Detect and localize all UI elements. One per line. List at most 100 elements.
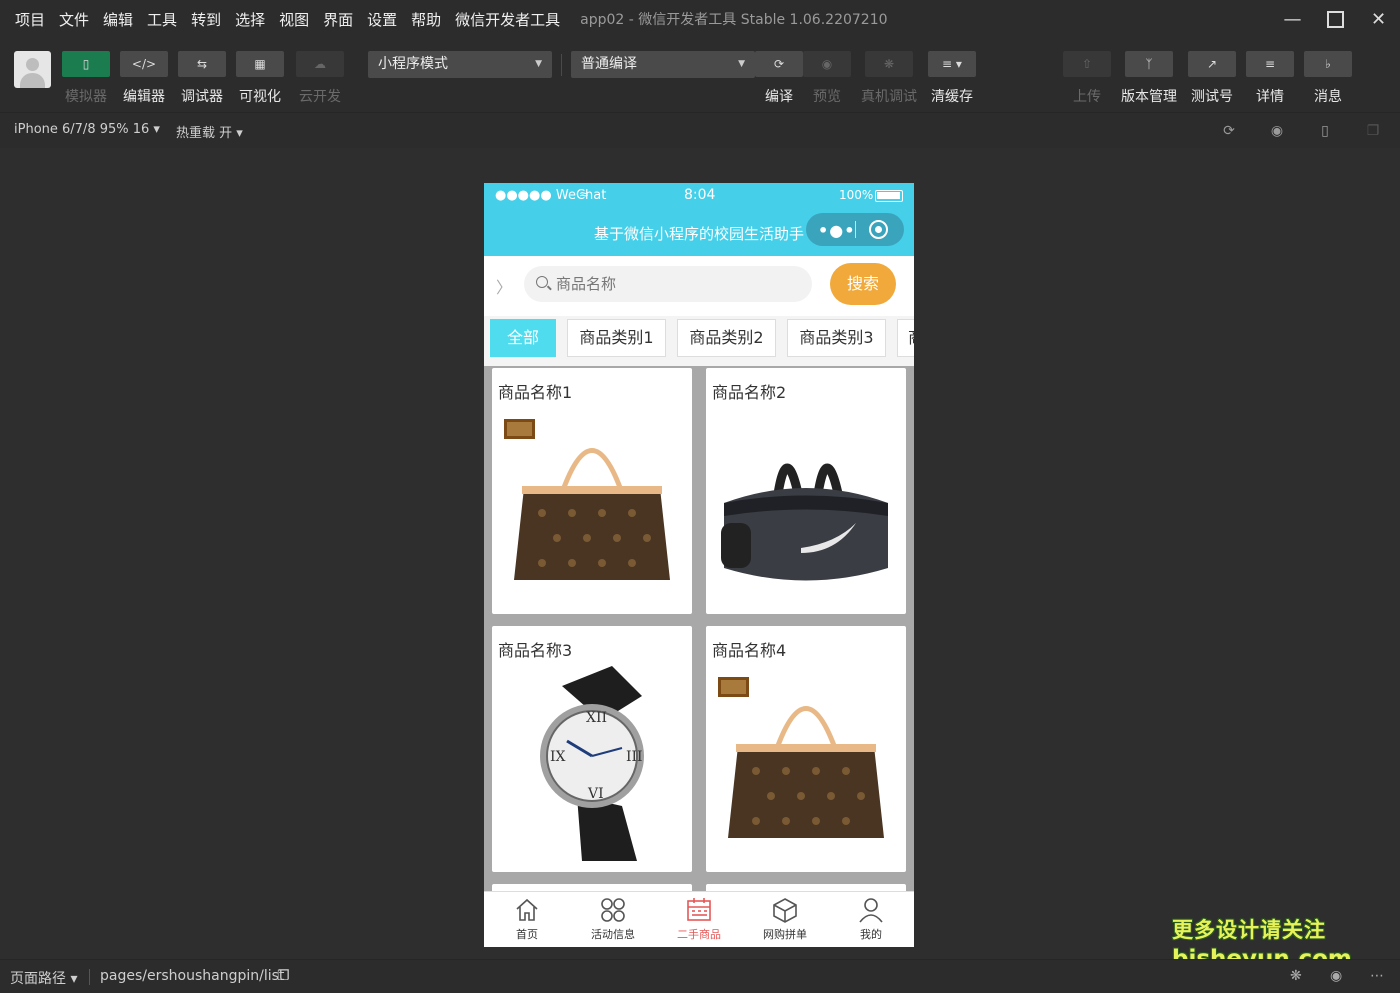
code-icon: </>: [120, 51, 168, 77]
search-input[interactable]: [556, 266, 796, 302]
tote-bag-image: [504, 419, 670, 580]
caret-down-icon: ▼: [535, 59, 542, 69]
upload-label: 上传: [1073, 89, 1101, 105]
mode-select-value: 小程序模式: [378, 56, 448, 72]
grid-icon: [601, 898, 625, 922]
window-controls: — ✕: [1271, 0, 1400, 38]
layers-icon: ≡ ▾: [928, 51, 976, 77]
cloud-label: 云开发: [299, 89, 341, 105]
tab-all[interactable]: 全部: [490, 319, 556, 357]
tabbar-item-group-buy[interactable]: 网购拼单: [742, 896, 828, 942]
tabbar-item-mine[interactable]: 我的: [828, 896, 914, 942]
phone-outline-icon[interactable]: ▯: [1316, 122, 1334, 140]
product-name: 商品名称3: [498, 641, 573, 660]
popout-icon[interactable]: ❐: [1364, 122, 1382, 140]
clear-cache-button[interactable]: ≡ ▾ 清缓存: [924, 51, 980, 106]
menubar: 项目 文件 编辑 工具 转到 选择 视图 界面 设置 帮助 微信开发者工具 ap…: [0, 0, 1400, 38]
mini-program-capsule: •●•: [806, 213, 904, 246]
preview-label: 预览: [813, 89, 841, 105]
menu-tools[interactable]: 工具: [147, 9, 177, 30]
search-icon: [536, 276, 548, 288]
menu-help[interactable]: 帮助: [411, 9, 441, 30]
remote-debug-button[interactable]: ❋ 真机调试: [861, 51, 917, 106]
bug-icon: ❋: [865, 51, 913, 77]
mode-select[interactable]: 小程序模式 ▼: [368, 51, 552, 78]
chevron-right-icon[interactable]: 〉: [496, 274, 512, 298]
bug-icon[interactable]: ❋: [1290, 968, 1302, 984]
editor-button[interactable]: </> 编辑器: [116, 51, 172, 106]
maximize-icon[interactable]: [1314, 0, 1357, 38]
product-card[interactable]: 商品名称4: [706, 626, 906, 872]
page-path-label: 页面路径: [10, 971, 66, 987]
copy-icon[interactable]: ❐: [277, 968, 290, 984]
product-card[interactable]: [706, 884, 906, 891]
wifi-icon: ≈: [579, 187, 590, 201]
menu-wechat-devtools[interactable]: 微信开发者工具: [455, 9, 560, 30]
tabbar-item-home[interactable]: 首页: [484, 896, 570, 942]
product-card[interactable]: 商品名称2: [706, 368, 906, 614]
simulator-subbar: iPhone 6/7/8 95% 16 ▾ 热重载 开 ▾ ⟳ ◉ ▯ ❐: [0, 112, 1400, 148]
cube-icon: [773, 898, 797, 923]
details-button[interactable]: ≡ 详情: [1242, 51, 1298, 106]
visual-label: 可视化: [239, 89, 281, 105]
battery-text: 100%: [839, 188, 874, 202]
device-select[interactable]: iPhone 6/7/8 95% 16 ▾: [14, 122, 160, 137]
preview-button[interactable]: ◉ 预览: [799, 51, 855, 106]
version-button[interactable]: ᛉ 版本管理: [1118, 51, 1180, 106]
layout-icon: ▦: [236, 51, 284, 77]
debugger-button[interactable]: ⇆ 调试器: [174, 51, 230, 106]
rotate-icon[interactable]: ⟳: [1220, 122, 1238, 140]
sports-duffel-image: [721, 463, 888, 581]
bell-icon: ♭: [1304, 51, 1352, 77]
search-button[interactable]: 搜索: [830, 263, 896, 305]
tab-category-3[interactable]: 商品类别3: [787, 319, 886, 357]
minimize-icon[interactable]: —: [1271, 0, 1314, 38]
test-account-label: 测试号: [1191, 89, 1233, 105]
menu-file[interactable]: 文件: [59, 9, 89, 30]
eye-icon[interactable]: ◉: [1330, 968, 1342, 984]
avatar[interactable]: [14, 51, 51, 88]
menu-goto[interactable]: 转到: [191, 9, 221, 30]
product-card[interactable]: 商品名称3 XII III VI IX: [492, 626, 692, 872]
tabbar-label: 网购拼单: [763, 928, 807, 941]
cloud-button[interactable]: ☁ 云开发: [292, 51, 348, 106]
compile-select[interactable]: 普通编译 ▼: [571, 51, 755, 78]
upload-button[interactable]: ⇧ 上传: [1059, 51, 1115, 106]
menu-select[interactable]: 选择: [235, 9, 265, 30]
menu-view[interactable]: 视图: [279, 9, 309, 30]
more-icon[interactable]: •●•: [818, 221, 855, 240]
product-card[interactable]: 商品名称1: [492, 368, 692, 614]
product-card[interactable]: [492, 884, 692, 891]
search-box: [524, 266, 812, 302]
tab-category-1[interactable]: 商品类别1: [567, 319, 666, 357]
page-path: pages/ershoushangpin/list: [100, 968, 285, 984]
svg-text:III: III: [626, 749, 643, 765]
clear-cache-label: 清缓存: [931, 89, 973, 105]
menu-edit[interactable]: 编辑: [103, 9, 133, 30]
simulator-button[interactable]: ▯ 模拟器: [58, 51, 114, 106]
menu-project[interactable]: 项目: [15, 9, 45, 30]
test-account-button[interactable]: ↗ 测试号: [1184, 51, 1240, 106]
hot-reload-toggle[interactable]: 热重载 开 ▾: [176, 122, 243, 141]
menu-interface[interactable]: 界面: [323, 9, 353, 30]
calendar-icon: [687, 898, 711, 921]
visual-button[interactable]: ▦ 可视化: [232, 51, 288, 106]
messages-label: 消息: [1314, 89, 1342, 105]
editor-label: 编辑器: [123, 89, 165, 105]
messages-button[interactable]: ♭ 消息: [1300, 51, 1356, 106]
page-path-toggle[interactable]: 页面路径 ▾: [10, 968, 77, 988]
more-icon[interactable]: ⋯: [1370, 968, 1384, 984]
svg-text:VI: VI: [587, 786, 604, 802]
tab-category-2[interactable]: 商品类别2: [677, 319, 776, 357]
phone-status-bar: ●●●●● WeChat ≈ 8:04 100%: [484, 183, 914, 211]
caret-down-icon: ▼: [738, 59, 745, 69]
close-icon[interactable]: ✕: [1357, 0, 1400, 38]
refresh-icon: ⟳: [755, 51, 803, 77]
tabbar-item-secondhand[interactable]: 二手商品: [656, 896, 742, 942]
user-icon: [859, 898, 883, 923]
tab-category-4[interactable]: 商: [897, 319, 914, 357]
menu-settings[interactable]: 设置: [367, 9, 397, 30]
tabbar-item-activities[interactable]: 活动信息: [570, 896, 656, 942]
close-program-icon[interactable]: [869, 220, 888, 239]
record-icon[interactable]: ◉: [1268, 122, 1286, 140]
